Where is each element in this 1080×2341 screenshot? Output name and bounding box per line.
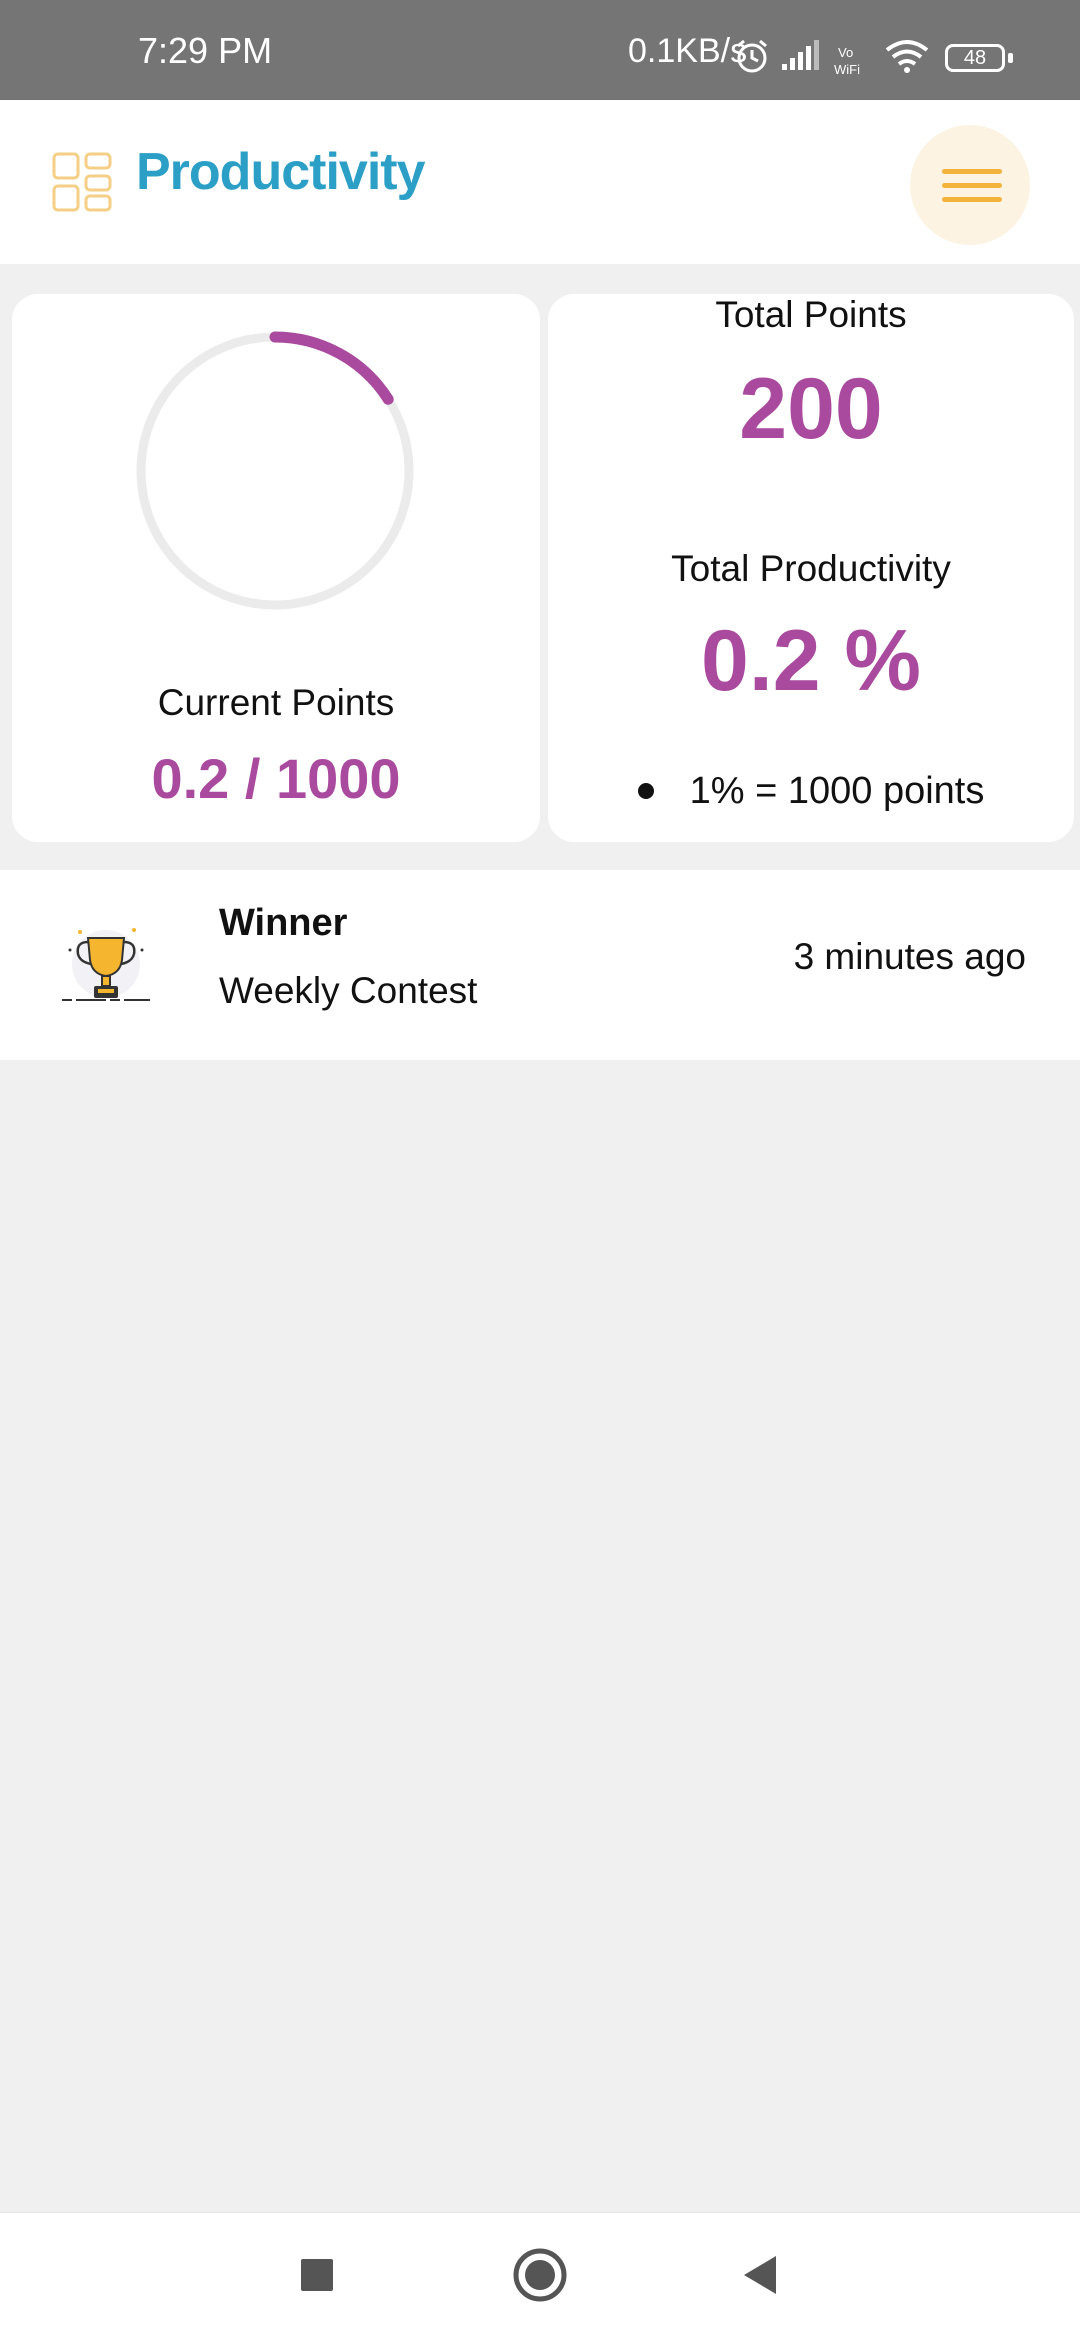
grid-icon [52,152,112,212]
battery-icon: 48 [945,44,1005,72]
conversion-note: 1% = 1000 points [548,770,1074,813]
signal-icon [782,40,819,70]
current-points-value: 0.2 / 1000 [151,747,401,810]
hamburger-menu-bar [942,197,1002,202]
activity-subtitle: Weekly Contest [219,970,478,1011]
back-triangle-icon[interactable] [742,2243,778,2307]
vowifi-icon: Vo WiFi [834,45,860,77]
total-productivity-value: 0.2 % [701,613,921,709]
bullet-icon [637,782,654,799]
trophy-icon [62,928,150,1001]
menu-button[interactable] [910,125,1030,245]
alarm-icon [737,39,767,73]
conversion-note-text: 1% = 1000 points [689,770,985,812]
total-points-label: Total Points [715,294,907,335]
current-points-label: Current Points [157,682,395,723]
total-productivity-label: Total Productivity [671,548,951,589]
system-nav-bar [0,2212,1080,2341]
svg-text:Vo: Vo [838,45,853,60]
activity-timestamp: 3 minutes ago [793,936,1026,977]
recents-square-icon[interactable] [300,2243,334,2307]
home-circle-icon[interactable] [512,2243,568,2307]
battery-level: 48 [963,47,987,69]
totals-card: Total Points 200 Total Productivity 0.2 … [548,294,1074,842]
battery-tip [1008,53,1013,63]
activity-title: Winner [219,902,348,944]
network-speed: 0.1KB/s [628,32,748,70]
current-points-card: Current Points 0.2 / 1000 [12,294,540,842]
hamburger-menu-icon [942,169,1002,174]
status-bar: 7:29 PM 0.1KB/s Vo WiFi 48 [0,0,1080,100]
status-time: 7:29 PM [138,30,273,71]
list-item[interactable]: Winner Weekly Contest 3 minutes ago [0,870,1080,1060]
total-points-value: 200 [739,361,883,457]
svg-text:WiFi: WiFi [834,62,860,77]
progress-ring [135,331,415,611]
wifi-icon [885,40,929,73]
hamburger-menu-bar [942,183,1002,188]
app-header: Productivity [0,100,1080,264]
page-title: Productivity [136,143,425,201]
